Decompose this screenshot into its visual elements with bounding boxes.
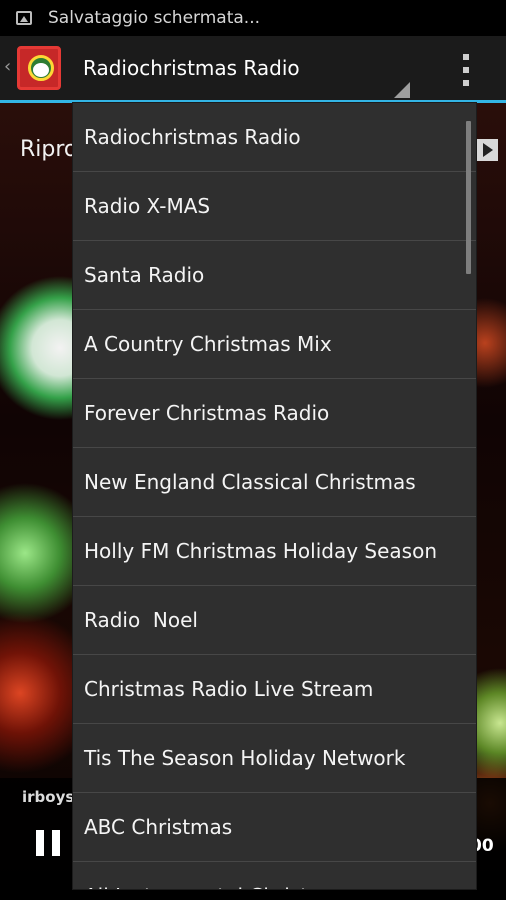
dropdown-item[interactable]: ABC Christmas [73,793,476,862]
santa-radio-app-icon[interactable] [17,46,61,90]
dropdown-item[interactable]: All Instrumental Christmas [73,862,476,889]
station-spinner[interactable]: Radiochristmas Radio [83,56,300,80]
dropdown-item-label: Radio X-MAS [84,194,211,218]
pause-icon [36,830,44,856]
dropdown-item-label: Christmas Radio Live Stream [84,677,374,701]
play-icon[interactable] [474,139,498,161]
dropdown-item[interactable]: Radio Noel [73,586,476,655]
dropdown-item[interactable]: Radiochristmas Radio [73,103,476,172]
dropdown-item-label: Tis The Season Holiday Network [84,746,406,770]
screenshot-icon [16,11,32,25]
dropdown-item[interactable]: Forever Christmas Radio [73,379,476,448]
dropdown-item[interactable]: Christmas Radio Live Stream [73,655,476,724]
dropdown-item[interactable]: Santa Radio [73,241,476,310]
dropdown-item-label: ABC Christmas [84,815,233,839]
player-title: Ripro [20,137,78,162]
now-playing-text: irboys [22,788,75,806]
dropdown-item-label: Holly FM Christmas Holiday Season [84,539,438,563]
pause-button[interactable] [36,830,60,856]
dropdown-scrollbar[interactable] [466,121,471,274]
chevron-left-icon[interactable]: ‹ [4,58,12,76]
spinner-triangle-icon [394,82,410,98]
action-bar: ‹ Radiochristmas Radio [0,36,506,100]
station-dropdown-list[interactable]: Radiochristmas Radio Radio X-MAS Santa Rad… [73,103,476,889]
dropdown-item-label: A Country Christmas Mix [84,332,332,356]
dropdown-item[interactable]: Radio X-MAS [73,172,476,241]
dropdown-item-label: Santa Radio [84,263,205,287]
dropdown-item-label: Radio Noel [84,608,198,632]
dropdown-item[interactable]: Tis The Season Holiday Network [73,724,476,793]
dropdown-item-label: Radiochristmas Radio [84,125,301,149]
dropdown-item-label: All Instrumental Christmas [84,884,350,889]
dropdown-item-label: Forever Christmas Radio [84,401,330,425]
dropdown-item[interactable]: New England Classical Christmas [73,448,476,517]
status-notification-text: Salvataggio schermata... [48,8,261,28]
status-bar: Salvataggio schermata... [0,0,506,36]
overflow-menu-icon[interactable] [460,54,472,86]
dropdown-item[interactable]: Holly FM Christmas Holiday Season [73,517,476,586]
dropdown-item[interactable]: A Country Christmas Mix [73,310,476,379]
dropdown-item-label: New England Classical Christmas [84,470,416,494]
